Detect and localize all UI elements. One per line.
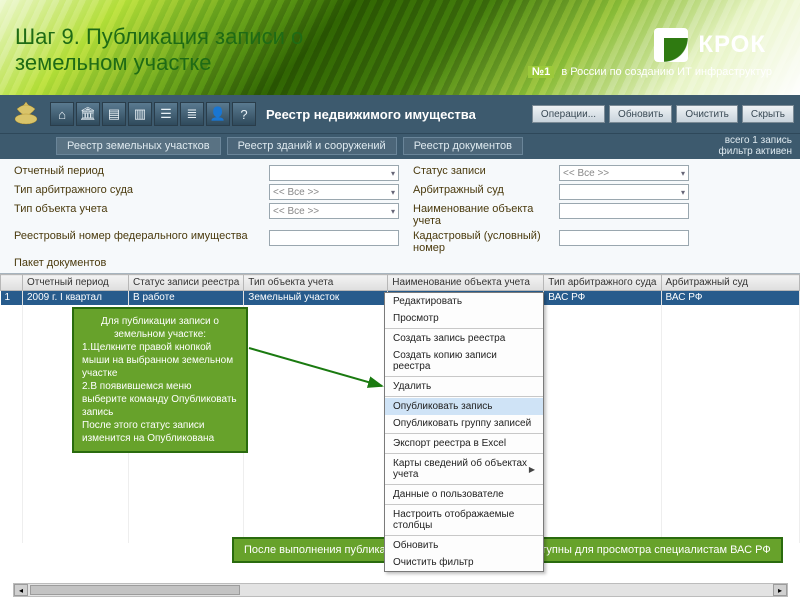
chevron-down-icon: ▾ bbox=[391, 169, 395, 178]
emblem-icon bbox=[6, 98, 46, 130]
scroll-right-icon[interactable]: ▸ bbox=[773, 584, 787, 596]
court-select[interactable]: ▾ bbox=[559, 184, 689, 200]
context-menu-item[interactable]: Опубликовать запись bbox=[385, 398, 543, 415]
refresh-button[interactable]: Обновить bbox=[609, 105, 672, 123]
clear-button[interactable]: Очистить bbox=[676, 105, 738, 123]
brand-name: КРОК bbox=[698, 31, 766, 59]
chevron-down-icon: ▾ bbox=[391, 188, 395, 197]
fed-num-input[interactable] bbox=[269, 230, 399, 246]
context-menu-item[interactable]: Обновить bbox=[385, 537, 543, 554]
rec-status-select[interactable]: << Все >>▾ bbox=[559, 165, 689, 181]
label-period: Отчетный период bbox=[14, 165, 269, 181]
user-icon[interactable]: 👤 bbox=[206, 102, 230, 126]
col-courttype[interactable]: Тип арбитражного суда bbox=[544, 275, 661, 291]
label-rec-status: Статус записи bbox=[409, 165, 559, 181]
operations-button[interactable]: Операции... bbox=[532, 105, 605, 123]
context-menu-item[interactable]: Создать копию записи реестра bbox=[385, 347, 543, 375]
chevron-down-icon: ▾ bbox=[681, 188, 685, 197]
table-header-row: Отчетный период Статус записи реестра Ти… bbox=[1, 275, 800, 291]
list-icon[interactable]: ≣ bbox=[180, 102, 204, 126]
context-menu-item[interactable]: Редактировать bbox=[385, 293, 543, 310]
context-menu-item[interactable]: Очистить фильтр bbox=[385, 554, 543, 571]
context-menu-item[interactable]: Настроить отображаемые столбцы bbox=[385, 506, 543, 534]
col-objtype[interactable]: Тип объекта учета bbox=[244, 275, 388, 291]
label-court-type: Тип арбитражного суда bbox=[14, 184, 269, 200]
label-obj-name: Наименование объекта учета bbox=[409, 203, 559, 227]
form-icon[interactable]: ☰ bbox=[154, 102, 178, 126]
filter-panel: Отчетный период ▾ Статус записи << Все >… bbox=[0, 159, 800, 274]
context-menu-item[interactable]: Карты сведений об объектах учета▶ bbox=[385, 455, 543, 483]
context-menu-item[interactable]: Создать запись реестра bbox=[385, 330, 543, 347]
context-menu-item[interactable]: Удалить bbox=[385, 378, 543, 395]
scroll-left-icon[interactable]: ◂ bbox=[14, 584, 28, 596]
brand-logo: КРОК bbox=[654, 28, 766, 62]
slide-banner: Шаг 9. Публикация записи о земельном уча… bbox=[0, 0, 800, 95]
slide-title: Шаг 9. Публикация записи о земельном уча… bbox=[15, 24, 315, 76]
building-icon[interactable]: 🏛 bbox=[76, 102, 100, 126]
col-court[interactable]: Арбитражный суд bbox=[661, 275, 800, 291]
brand-tagline: №1 в России по созданию ИТ инфраструктур bbox=[528, 66, 772, 78]
instruction-callout: Для публикации записи о земельном участк… bbox=[72, 307, 248, 453]
label-court: Арбитражный суд bbox=[409, 184, 559, 200]
horizontal-scrollbar[interactable]: ◂ ▸ bbox=[13, 583, 788, 597]
context-menu[interactable]: РедактироватьПросмотр Создать запись реес… bbox=[384, 292, 544, 572]
col-status[interactable]: Статус записи реестра bbox=[129, 275, 244, 291]
court-type-select[interactable]: << Все >>▾ bbox=[269, 184, 399, 200]
col-num[interactable] bbox=[1, 275, 23, 291]
operation-buttons: Операции... Обновить Очистить Скрыть bbox=[532, 105, 794, 123]
logo-mark-icon bbox=[654, 28, 688, 62]
label-cad-num: Кадастровый (условный) номер bbox=[409, 230, 559, 254]
help-icon[interactable]: ? bbox=[232, 102, 256, 126]
context-menu-item[interactable]: Данные о пользователе bbox=[385, 486, 543, 503]
tab-bar: Реестр земельных участков Реестр зданий … bbox=[0, 133, 800, 159]
hide-button[interactable]: Скрыть bbox=[742, 105, 794, 123]
context-menu-item[interactable]: Опубликовать группу записей bbox=[385, 415, 543, 432]
chevron-down-icon: ▾ bbox=[391, 207, 395, 216]
doc-icon[interactable]: ▤ bbox=[102, 102, 126, 126]
col-objname[interactable]: Наименование объекта учета bbox=[388, 275, 544, 291]
label-fed-num: Реестровый номер федерального имущества bbox=[14, 230, 269, 254]
app-title: Реестр недвижимого имущества bbox=[266, 107, 532, 122]
obj-name-input[interactable] bbox=[559, 203, 689, 219]
obj-type-select[interactable]: << Все >>▾ bbox=[269, 203, 399, 219]
record-counter: всего 1 запись фильтр активен bbox=[719, 135, 797, 157]
col-period[interactable]: Отчетный период bbox=[23, 275, 129, 291]
submenu-arrow-icon: ▶ bbox=[529, 465, 535, 474]
chevron-down-icon: ▾ bbox=[681, 169, 685, 178]
cabinet-icon[interactable]: ▥ bbox=[128, 102, 152, 126]
label-obj-type: Тип объекта учета bbox=[14, 203, 269, 227]
scroll-thumb[interactable] bbox=[30, 585, 240, 595]
home-icon[interactable]: ⌂ bbox=[50, 102, 74, 126]
context-menu-item[interactable]: Просмотр bbox=[385, 310, 543, 327]
context-menu-item[interactable]: Экспорт реестра в Excel bbox=[385, 435, 543, 452]
toolbar-icons: ⌂ 🏛 ▤ ▥ ☰ ≣ 👤 ? bbox=[50, 102, 256, 126]
cad-num-input[interactable] bbox=[559, 230, 689, 246]
app-toolbar: ⌂ 🏛 ▤ ▥ ☰ ≣ 👤 ? Реестр недвижимого имуще… bbox=[0, 95, 800, 133]
tab-documents-registry[interactable]: Реестр документов bbox=[403, 137, 523, 155]
label-package: Пакет документов bbox=[14, 257, 399, 269]
period-select[interactable]: ▾ bbox=[269, 165, 399, 181]
tab-land-registry[interactable]: Реестр земельных участков bbox=[56, 137, 221, 155]
tab-buildings-registry[interactable]: Реестр зданий и сооружений bbox=[227, 137, 397, 155]
